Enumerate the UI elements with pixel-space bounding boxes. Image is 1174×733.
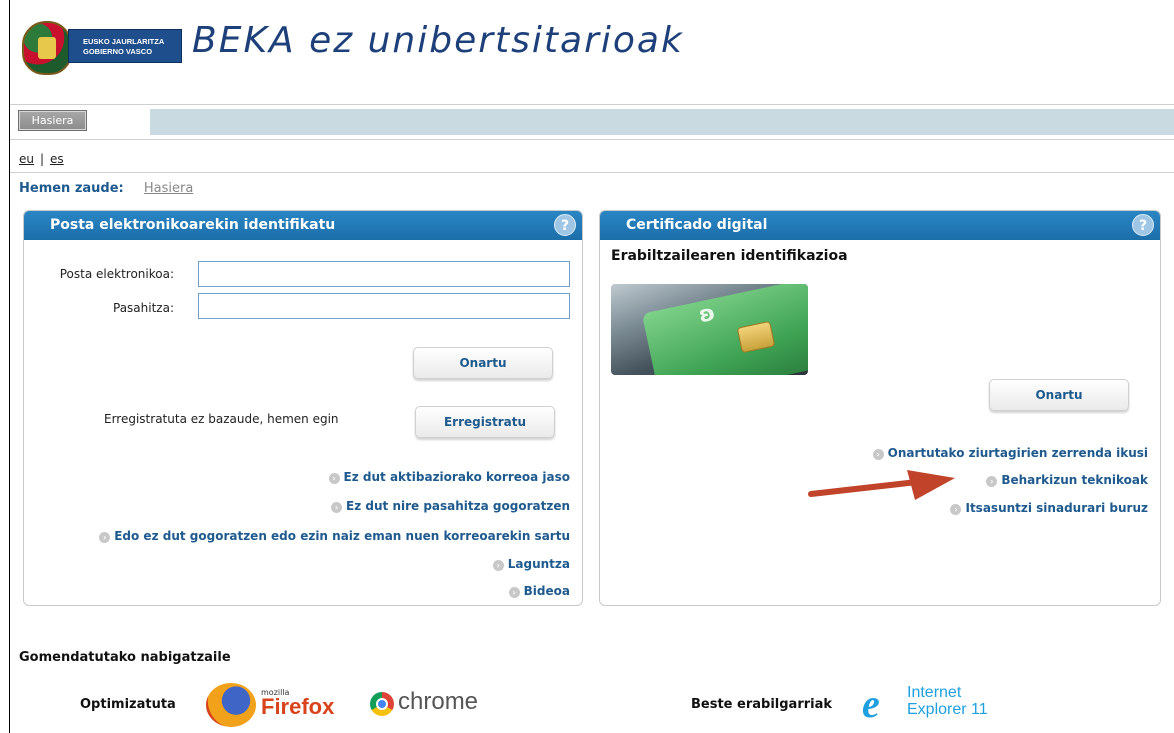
language-eu-link[interactable]: eu — [19, 152, 34, 166]
optimized-label: Optimizatuta — [80, 697, 176, 712]
link-label: Laguntza — [507, 557, 570, 571]
user-identification-title: Erabiltzailearen identifikazioa — [611, 248, 848, 264]
navigation-bar — [150, 109, 1174, 135]
link-label: Edo ez dut gogoratzen edo ezin naiz eman… — [114, 529, 570, 543]
link-technical-requirements[interactable]: › Beharkizun teknikoak — [986, 473, 1148, 487]
register-button[interactable]: Erregistratu — [415, 406, 555, 438]
email-panel-title: Posta elektronikoarekin identifikatu — [50, 217, 336, 233]
arrow-bullet-icon: › — [328, 473, 340, 484]
link-no-activation-email[interactable]: › Ez dut aktibaziorako korreoa jaso — [328, 470, 570, 484]
certificate-panel-header: Certificado digital ? — [600, 211, 1160, 240]
lang-divider — [10, 172, 1174, 173]
firefox-icon[interactable] — [206, 683, 256, 727]
help-icon[interactable]: ? — [554, 214, 576, 236]
link-ship-signature[interactable]: › Itsasuntzi sinadurari buruz — [950, 501, 1148, 515]
other-browsers-label: Beste erabilgarriak — [691, 697, 833, 712]
email-accept-button[interactable]: Onartu — [413, 347, 553, 379]
chrome-icon[interactable] — [370, 692, 394, 716]
email-label: Posta elektronikoa: — [59, 267, 174, 281]
arrow-bullet-icon: › — [508, 587, 520, 598]
logo-line-1: EUSKO JAURLARITZA — [83, 37, 165, 46]
internet-explorer-icon[interactable]: e — [862, 684, 906, 724]
link-video[interactable]: › Bideoa — [508, 584, 570, 598]
link-label: Ez dut aktibaziorako korreoa jaso — [343, 470, 570, 484]
internet-explorer-logo-text[interactable]: Internet Explorer 11 — [907, 684, 988, 718]
link-label: Beharkizun teknikoak — [1001, 473, 1148, 487]
link-accepted-certificates[interactable]: › Onartutako ziurtagirien zerrenda ikusi — [872, 446, 1148, 460]
logo-line-2: GOBIERNO VASCO — [83, 47, 153, 56]
language-switcher: eu | es — [19, 152, 64, 166]
certificate-panel-title: Certificado digital — [626, 217, 768, 233]
link-help[interactable]: › Laguntza — [492, 557, 570, 571]
smart-card-image: ʚ — [611, 284, 808, 375]
email-login-panel: Posta elektronikoarekin identifikatu ? P… — [23, 210, 583, 606]
language-es-link[interactable]: es — [50, 152, 64, 166]
password-field[interactable] — [198, 293, 570, 319]
recommended-browsers-title: Gomendatutako nabigatzaile — [19, 650, 231, 665]
arrow-bullet-icon: › — [99, 532, 111, 543]
password-label: Pasahitza: — [113, 301, 174, 315]
annotation-arrow-icon — [808, 470, 955, 500]
language-separator: | — [40, 152, 45, 166]
government-logo[interactable]: EUSKO JAURLARITZA GOBIERNO VASCO — [22, 21, 182, 75]
link-label: Onartutako ziurtagirien zerrenda ikusi — [887, 446, 1148, 460]
breadcrumb-label: Hemen zaude: — [19, 181, 124, 196]
basque-shield-icon — [22, 21, 72, 75]
firefox-logo-text[interactable]: Firefox — [261, 694, 334, 720]
chrome-logo-text[interactable]: chrome — [398, 688, 478, 716]
link-label: Ez dut nire pasahitza gogoratzen — [346, 499, 570, 513]
nav-divider — [10, 139, 1174, 140]
header-divider — [10, 104, 1174, 105]
home-button[interactable]: Hasiera — [18, 110, 87, 131]
logo-text-band: EUSKO JAURLARITZA GOBIERNO VASCO — [68, 29, 182, 63]
certificate-accept-button[interactable]: Onartu — [989, 379, 1129, 411]
header: EUSKO JAURLARITZA GOBIERNO VASCO BEKA ez… — [10, 0, 1174, 104]
breadcrumb-home-link[interactable]: Hasiera — [144, 181, 193, 196]
link-forgot-email[interactable]: › Edo ez dut gogoratzen edo ezin naiz ema… — [99, 529, 570, 543]
link-forgot-password[interactable]: › Ez dut nire pasahitza gogoratzen — [331, 499, 570, 513]
help-icon[interactable]: ? — [1132, 214, 1154, 236]
register-prompt: Erregistratuta ez bazaude, hemen egin — [104, 412, 339, 426]
email-field[interactable] — [198, 261, 570, 287]
email-panel-header: Posta elektronikoarekin identifikatu ? — [24, 211, 582, 240]
arrow-bullet-icon: › — [492, 560, 504, 571]
arrow-bullet-icon: › — [986, 476, 998, 487]
app-title: BEKA ez unibertsitarioak — [192, 20, 684, 61]
arrow-bullet-icon: › — [331, 502, 343, 513]
arrow-bullet-icon: › — [872, 449, 884, 460]
link-label: Bideoa — [523, 584, 570, 598]
link-label: Itsasuntzi sinadurari buruz — [965, 501, 1148, 515]
browser-page: EUSKO JAURLARITZA GOBIERNO VASCO BEKA ez… — [9, 0, 1174, 733]
digital-certificate-panel: Certificado digital ? Erabiltzailearen i… — [599, 210, 1161, 606]
breadcrumb: Hemen zaude: Hasiera — [19, 181, 193, 196]
